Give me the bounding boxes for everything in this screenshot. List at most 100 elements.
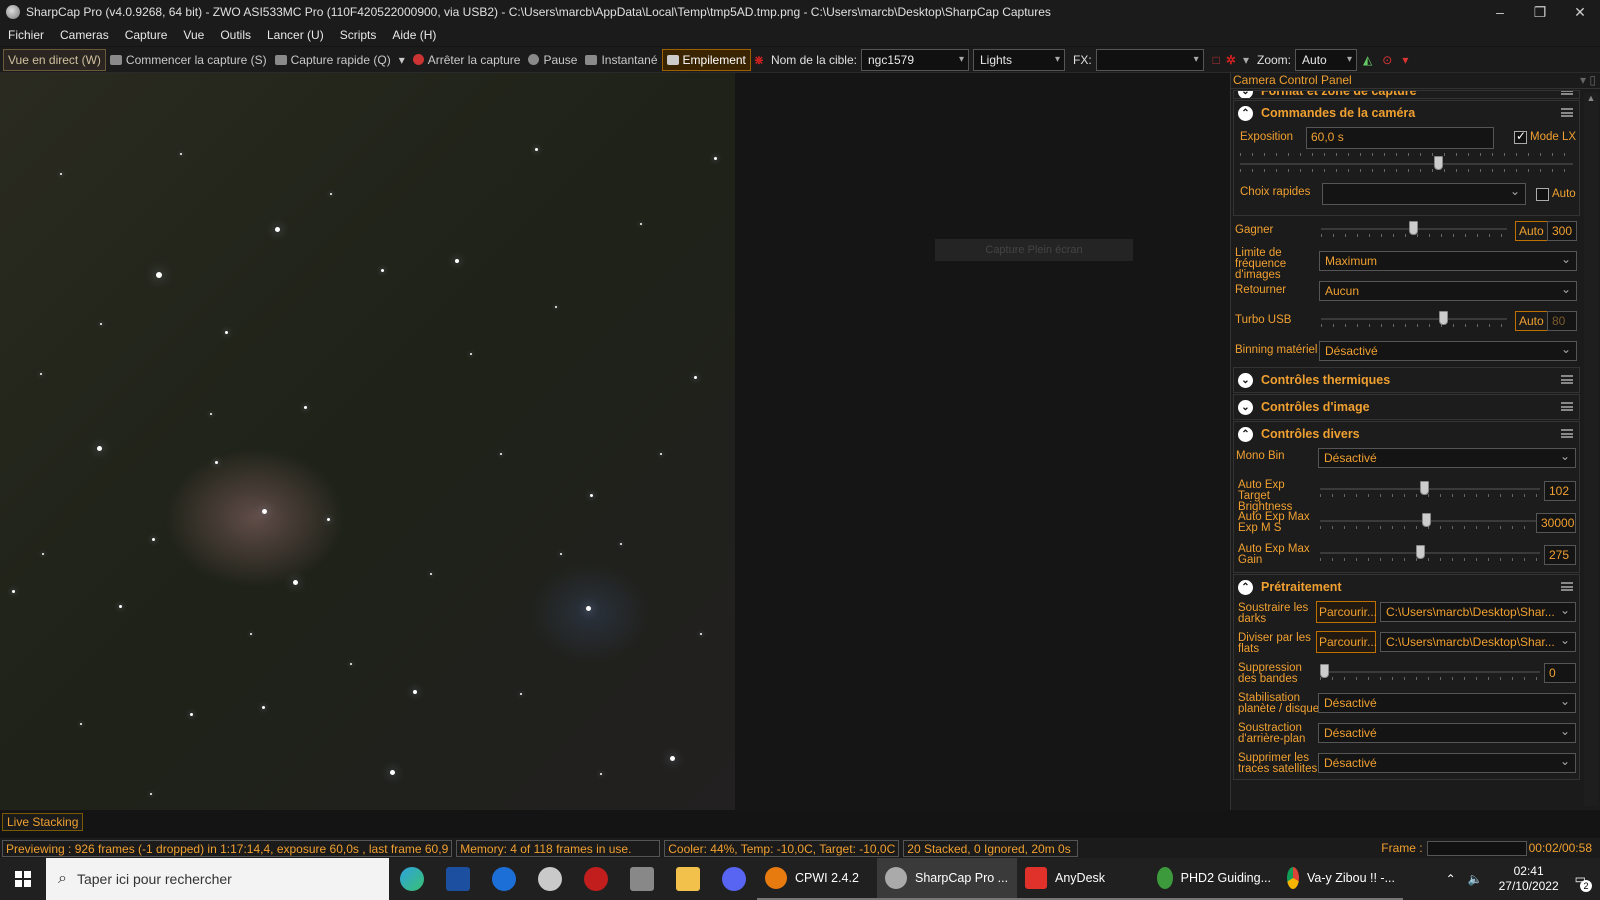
zoom-tool-icon[interactable]: ⊙ xyxy=(1378,53,1396,67)
frame-type-select[interactable]: Lights xyxy=(972,48,1065,71)
banding-input[interactable]: 0 xyxy=(1544,663,1576,683)
menu-icon[interactable] xyxy=(1561,582,1573,591)
menu-cameras[interactable]: Cameras xyxy=(52,28,117,42)
ae-maxgain-slider[interactable] xyxy=(1320,544,1540,562)
ae-brightness-input[interactable]: 102 xyxy=(1544,481,1576,501)
fx-select[interactable] xyxy=(1095,48,1204,71)
ae-brightness-slider[interactable] xyxy=(1320,480,1540,498)
chevron-down-icon[interactable]: ▾ xyxy=(399,53,405,67)
darks-browse-button[interactable]: Parcourir... xyxy=(1316,601,1377,623)
menu-scripts[interactable]: Scripts xyxy=(332,28,385,42)
target-name-select[interactable]: ngc1579 xyxy=(860,48,969,71)
quick-choice-select[interactable] xyxy=(1322,183,1526,205)
flats-path-select[interactable]: C:\Users\marcb\Desktop\Shar... xyxy=(1380,632,1576,652)
clock[interactable]: 02:41 27/10/2022 xyxy=(1489,864,1569,894)
monobin-select[interactable]: Désactivé xyxy=(1318,448,1576,468)
menu-aide[interactable]: Aide (H) xyxy=(384,28,444,42)
fullscreen-capture-button[interactable]: Capture Plein écran xyxy=(935,239,1133,261)
histogram-icon[interactable]: ◭ xyxy=(1357,53,1378,67)
gain-input[interactable]: 300 xyxy=(1547,221,1577,241)
quick-choice-auto-checkbox[interactable] xyxy=(1536,188,1549,201)
stacking-button[interactable]: Empilement xyxy=(661,48,751,71)
menu-vue[interactable]: Vue xyxy=(175,28,212,42)
live-stacking-tab[interactable]: Live Stacking xyxy=(2,813,84,831)
panel-scrollbar[interactable]: ▲ xyxy=(1584,93,1598,806)
quick-capture-button[interactable]: Capture rapide (Q) ▾ xyxy=(271,49,409,71)
lx-mode-checkbox[interactable] xyxy=(1514,129,1527,144)
start-button[interactable] xyxy=(0,858,46,900)
reticle-icon[interactable]: □ xyxy=(1210,53,1223,67)
tray-chevron-icon[interactable]: ⌃ xyxy=(1440,872,1462,886)
chevron-up-icon[interactable]: ⌃ xyxy=(1238,426,1253,442)
taskbar-app-anydesk[interactable]: AnyDesk xyxy=(1017,858,1149,900)
stabilization-select[interactable]: Désactivé xyxy=(1318,693,1576,713)
framerate-select[interactable]: Maximum xyxy=(1319,251,1577,271)
zoom-select[interactable]: Auto xyxy=(1295,48,1358,71)
darks-path-select[interactable]: C:\Users\marcb\Desktop\Shar... xyxy=(1380,602,1576,622)
menu-lancer[interactable]: Lancer (U) xyxy=(259,28,332,42)
ae-maxgain-input[interactable]: 275 xyxy=(1544,545,1576,565)
chevron-down-icon[interactable]: ⌄ xyxy=(1238,372,1253,388)
scroll-up-icon[interactable]: ▲ xyxy=(1584,93,1598,103)
chevron-down-icon[interactable]: ⌄ xyxy=(1238,399,1253,415)
menu-fichier[interactable]: Fichier xyxy=(0,28,52,42)
menu-icon[interactable] xyxy=(1561,108,1573,117)
taskbar-app-phd2[interactable]: PHD2 Guiding... xyxy=(1149,858,1279,900)
menu-icon[interactable] xyxy=(1561,375,1573,384)
image-viewer[interactable]: Capture Plein écran xyxy=(0,73,1230,810)
star-tool-icon[interactable] xyxy=(619,858,665,900)
taskbar-app-cpwi[interactable]: CPWI 2.4.2 xyxy=(757,858,877,900)
panel-pin-icon[interactable]: ▾ ▯ xyxy=(1580,73,1596,87)
live-view-button[interactable]: Vue en direct (W) xyxy=(3,48,106,71)
chevron-down-icon[interactable]: ▾ xyxy=(1239,53,1253,67)
file-explorer-icon[interactable] xyxy=(665,858,711,900)
pause-button[interactable]: Pause xyxy=(524,49,581,71)
section-camera-controls-header[interactable]: ⌃ Commandes de la caméra xyxy=(1234,101,1579,125)
notification-icon[interactable]: ▭ 2 xyxy=(1569,872,1600,892)
banding-slider[interactable] xyxy=(1320,663,1540,681)
section-preprocessing-header[interactable]: ⌃ Prétraitement xyxy=(1234,575,1579,599)
usb-turbo-auto-button[interactable]: Auto xyxy=(1515,311,1548,331)
section-capture-format[interactable]: ⌄ Format et zone de capture xyxy=(1233,90,1580,99)
speaker-icon[interactable]: 🔈 xyxy=(1462,872,1489,886)
taskbar-search[interactable]: ⌕ Taper ici pour rechercher xyxy=(46,858,389,900)
crosshair-icon[interactable]: ✲ xyxy=(1223,53,1239,67)
usb-turbo-slider[interactable] xyxy=(1321,310,1507,328)
exposure-input[interactable]: 60,0 s xyxy=(1306,127,1494,149)
chevron-down-icon[interactable]: ▾ xyxy=(1396,53,1414,67)
chevron-down-icon[interactable]: ⌄ xyxy=(1238,91,1253,98)
menu-icon[interactable] xyxy=(1561,429,1573,438)
edge-icon[interactable] xyxy=(389,858,435,900)
exposure-slider[interactable] xyxy=(1240,153,1573,173)
usb-turbo-input[interactable]: 80 xyxy=(1547,311,1577,331)
menu-icon[interactable] xyxy=(1561,402,1573,411)
chevron-up-icon[interactable]: ⌃ xyxy=(1238,105,1253,121)
ae-maxexp-slider[interactable] xyxy=(1320,512,1536,530)
satellite-select[interactable]: Désactivé xyxy=(1318,753,1576,773)
section-image-controls[interactable]: ⌄ Contrôles d'image xyxy=(1233,394,1580,420)
snapshot-button[interactable]: Instantané xyxy=(581,49,661,71)
section-thermal-controls[interactable]: ⌄ Contrôles thermiques xyxy=(1233,367,1580,393)
sharpcap-icon[interactable] xyxy=(527,858,573,900)
close-icon[interactable]: ✕ xyxy=(1560,4,1600,21)
no-guiding-icon[interactable]: ⋇ xyxy=(751,53,767,67)
restore-icon[interactable]: ❐ xyxy=(1520,4,1560,21)
section-misc-header[interactable]: ⌃ Contrôles divers xyxy=(1234,422,1579,446)
taskbar-app-sharpcap[interactable]: SharpCap Pro ... xyxy=(877,858,1017,900)
minimize-icon[interactable]: – xyxy=(1480,4,1520,20)
gain-slider[interactable] xyxy=(1321,220,1507,238)
flats-browse-button[interactable]: Parcourir... xyxy=(1316,631,1377,653)
background-select[interactable]: Désactivé xyxy=(1318,723,1576,743)
stellarium-icon[interactable] xyxy=(435,858,481,900)
menu-capture[interactable]: Capture xyxy=(117,28,176,42)
ccleaner-icon[interactable] xyxy=(481,858,527,900)
discord-icon[interactable] xyxy=(711,858,757,900)
menu-outils[interactable]: Outils xyxy=(212,28,259,42)
gain-auto-button[interactable]: Auto xyxy=(1515,221,1548,241)
taskbar-app-chrome[interactable]: Va-y Zibou !! -... xyxy=(1279,858,1403,900)
flip-select[interactable]: Aucun xyxy=(1319,281,1577,301)
binning-select[interactable]: Désactivé xyxy=(1319,341,1577,361)
ae-maxexp-input[interactable]: 30000 xyxy=(1536,513,1576,533)
chevron-up-icon[interactable]: ⌃ xyxy=(1238,579,1253,595)
stop-capture-button[interactable]: Arrêter la capture xyxy=(409,49,525,71)
